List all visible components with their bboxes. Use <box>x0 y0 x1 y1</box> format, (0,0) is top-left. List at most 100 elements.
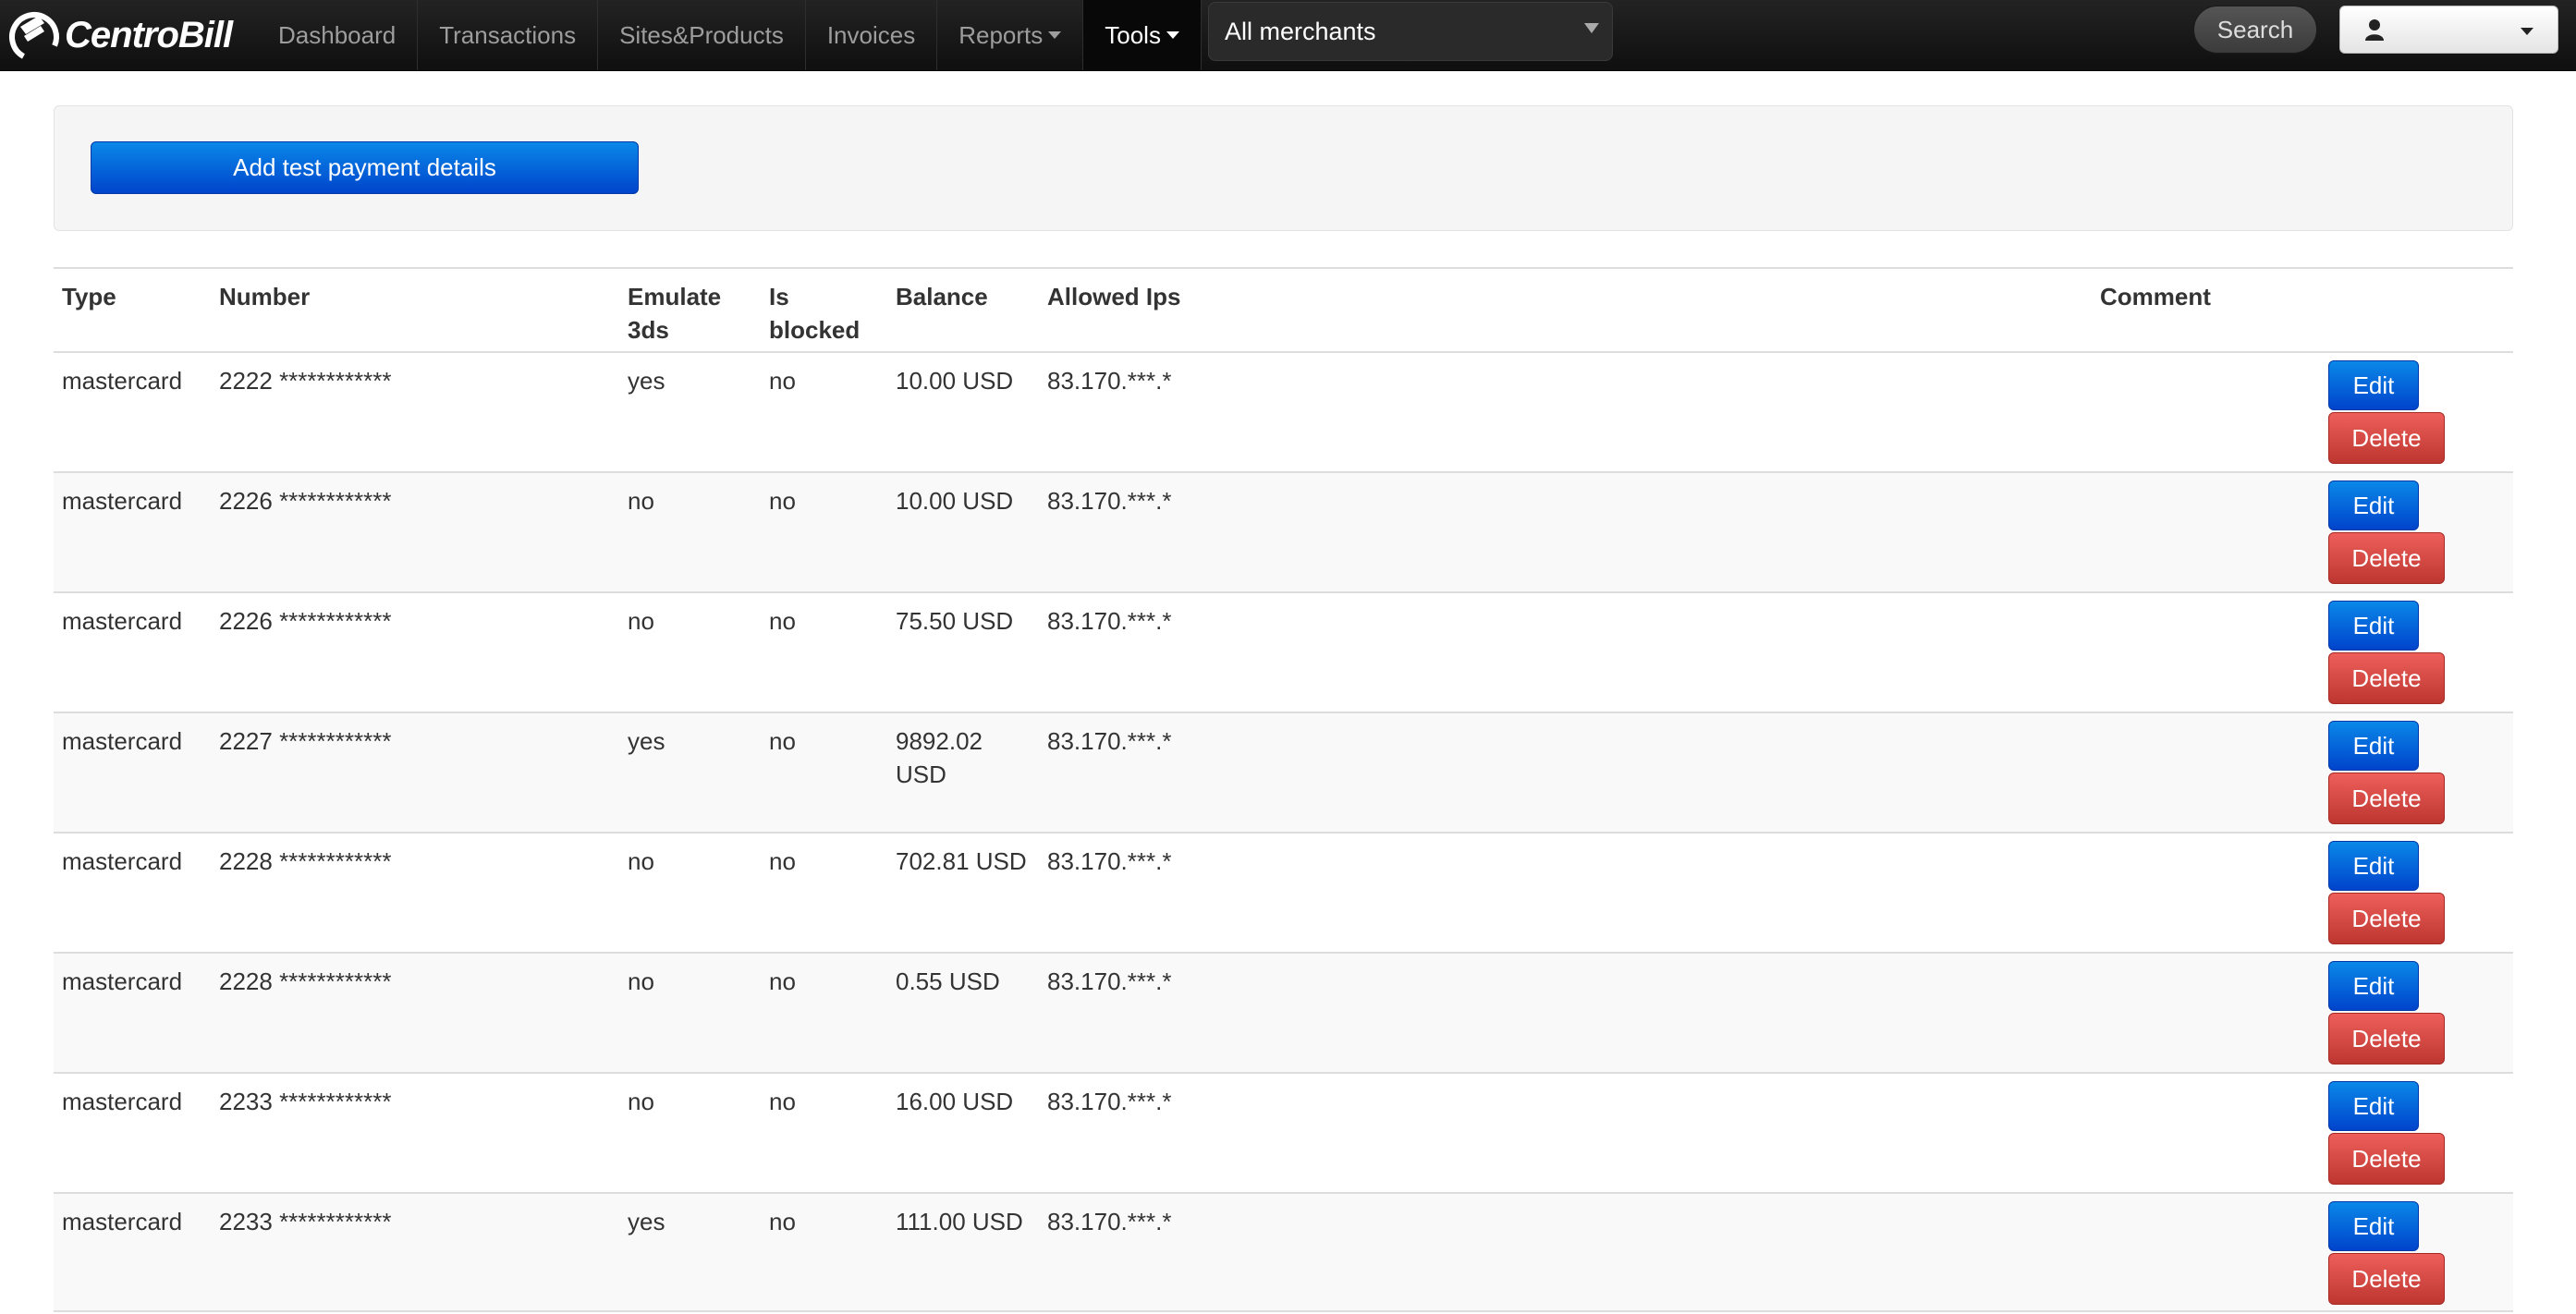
delete-button[interactable]: Delete <box>2328 412 2445 464</box>
add-test-payment-details-button[interactable]: Add test payment details <box>91 141 639 194</box>
caret-down-icon <box>2521 28 2533 35</box>
cell-balance: 16.00 USD <box>896 1088 1014 1115</box>
cell-number: 2226 ************ <box>219 607 392 635</box>
cell-type: mastercard <box>62 727 183 755</box>
cell-allowed-ips: 83.170.***.* <box>1047 607 1172 635</box>
delete-button[interactable]: Delete <box>2328 893 2445 944</box>
cell-emulate-3ds: no <box>628 1088 654 1115</box>
cell-number: 2227 ************ <box>219 727 392 755</box>
cell-emulate-3ds: no <box>628 847 654 875</box>
cell-number: 2222 ************ <box>219 367 392 395</box>
search-button[interactable]: Search <box>2193 6 2317 54</box>
user-menu-button[interactable] <box>2339 6 2558 54</box>
payment-details-table: Type Number Emulate 3ds Is blocked Balan… <box>54 267 2513 1312</box>
user-icon <box>2365 19 2384 41</box>
cell-emulate-3ds: no <box>628 967 654 995</box>
caret-down-icon <box>1048 31 1062 39</box>
merchant-select[interactable]: All merchants <box>1208 2 1613 61</box>
cell-emulate-3ds: yes <box>628 727 665 755</box>
header-type: Type <box>62 283 116 310</box>
edit-button[interactable]: Edit <box>2328 841 2419 891</box>
delete-button[interactable]: Delete <box>2328 1133 2445 1185</box>
cell-allowed-ips: 83.170.***.* <box>1047 967 1172 995</box>
delete-button-label: Delete <box>2351 663 2422 692</box>
cell-number: 2233 ************ <box>219 1088 392 1115</box>
cell-is-blocked: no <box>769 607 796 635</box>
delete-button-label: Delete <box>2351 543 2422 572</box>
top-navbar: CentroBill Dashboard Transactions Sites&… <box>0 0 2576 71</box>
cell-balance: 9892.02 USD <box>896 727 983 788</box>
brand-name: CentroBill <box>65 14 233 55</box>
select-arrow-icon <box>1584 23 1599 33</box>
nav-invoices-label: Invoices <box>826 20 916 49</box>
edit-button-label: Edit <box>2352 731 2395 760</box>
nav-dashboard-label: Dashboard <box>278 20 397 49</box>
search-button-label: Search <box>2216 15 2294 43</box>
cell-type: mastercard <box>62 967 183 995</box>
cell-allowed-ips: 83.170.***.* <box>1047 727 1172 755</box>
nav-sites-products[interactable]: Sites&Products <box>598 0 806 70</box>
delete-button[interactable]: Delete <box>2328 773 2445 824</box>
edit-button[interactable]: Edit <box>2328 1201 2419 1251</box>
table-row: mastercard 2227 ************ yes no 9892… <box>54 712 2513 832</box>
cell-allowed-ips: 83.170.***.* <box>1047 487 1172 515</box>
cell-balance: 111.00 USD <box>896 1208 1023 1235</box>
nav-sites-products-label: Sites&Products <box>619 20 784 49</box>
brand[interactable]: CentroBill <box>7 0 233 70</box>
edit-button[interactable]: Edit <box>2328 481 2419 530</box>
header-emulate-3ds: Emulate 3ds <box>628 283 722 344</box>
nav-invoices[interactable]: Invoices <box>806 0 938 70</box>
actions-panel: Add test payment details <box>54 105 2513 231</box>
cell-is-blocked: no <box>769 847 796 875</box>
cell-type: mastercard <box>62 1088 183 1115</box>
nav-transactions[interactable]: Transactions <box>418 0 599 70</box>
edit-button[interactable]: Edit <box>2328 601 2419 651</box>
nav-tools-dropdown[interactable]: Tools <box>1083 0 1202 70</box>
header-is-blocked: Is blocked <box>769 283 861 344</box>
edit-button[interactable]: Edit <box>2328 721 2419 771</box>
table-row: mastercard 2228 ************ no no 702.8… <box>54 832 2513 952</box>
cell-allowed-ips: 83.170.***.* <box>1047 1208 1172 1235</box>
delete-button[interactable]: Delete <box>2328 532 2445 584</box>
cell-is-blocked: no <box>769 487 796 515</box>
header-balance: Balance <box>896 283 988 310</box>
cell-is-blocked: no <box>769 367 796 395</box>
cell-type: mastercard <box>62 367 183 395</box>
nav-reports-dropdown[interactable]: Reports <box>937 0 1084 70</box>
nav-reports-label: Reports <box>958 20 1044 49</box>
cell-is-blocked: no <box>769 967 796 995</box>
nav-transactions-label: Transactions <box>439 20 577 49</box>
edit-button-label: Edit <box>2352 371 2395 399</box>
nav-dashboard[interactable]: Dashboard <box>257 0 419 70</box>
centrobill-logo-icon <box>9 12 59 62</box>
cell-balance: 702.81 USD <box>896 847 1027 875</box>
cell-number: 2228 ************ <box>219 847 392 875</box>
cell-balance: 10.00 USD <box>896 487 1014 515</box>
delete-button-label: Delete <box>2351 784 2422 812</box>
cell-is-blocked: no <box>769 727 796 755</box>
table-header: Type Number Emulate 3ds Is blocked Balan… <box>54 267 2513 351</box>
delete-button[interactable]: Delete <box>2328 1013 2445 1065</box>
cell-allowed-ips: 83.170.***.* <box>1047 367 1172 395</box>
caret-down-icon <box>1166 31 1179 39</box>
delete-button-label: Delete <box>2351 423 2422 452</box>
cell-is-blocked: no <box>769 1208 796 1235</box>
delete-button[interactable]: Delete <box>2328 652 2445 704</box>
edit-button[interactable]: Edit <box>2328 360 2419 410</box>
main-nav: Dashboard Transactions Sites&Products In… <box>257 0 1202 70</box>
merchant-select-value: All merchants <box>1225 17 1376 45</box>
header-comment: Comment <box>2100 283 2211 310</box>
table-row: mastercard 2222 ************ yes no 10.0… <box>54 351 2513 471</box>
delete-button-label: Delete <box>2351 1144 2422 1173</box>
table-row: mastercard 2226 ************ no no 10.00… <box>54 471 2513 591</box>
nav-tools-label: Tools <box>1105 20 1161 49</box>
edit-button-label: Edit <box>2352 851 2395 880</box>
delete-button[interactable]: Delete <box>2328 1253 2445 1305</box>
cell-type: mastercard <box>62 607 183 635</box>
edit-button[interactable]: Edit <box>2328 1081 2419 1131</box>
header-allowed-ips: Allowed Ips <box>1047 283 1181 310</box>
edit-button[interactable]: Edit <box>2328 961 2419 1011</box>
cell-balance: 10.00 USD <box>896 367 1014 395</box>
cell-number: 2228 ************ <box>219 967 392 995</box>
cell-type: mastercard <box>62 1208 183 1235</box>
